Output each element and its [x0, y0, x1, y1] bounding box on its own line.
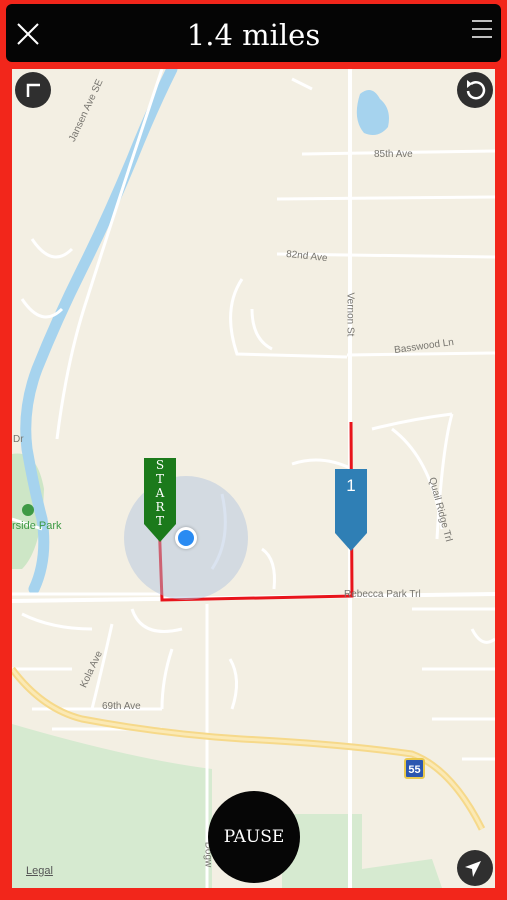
waypoint-number: 1 — [346, 476, 356, 495]
start-letter: R — [155, 500, 165, 514]
highway-shield: 55 — [404, 758, 425, 779]
street-label-dr: Dr — [13, 434, 24, 445]
street-label-85th: 85th Ave — [374, 149, 413, 160]
start-letter: T — [155, 472, 164, 486]
street-label-rebecca: Rebecca Park Trl — [344, 589, 421, 600]
hamburger-menu-icon[interactable] — [471, 18, 493, 40]
start-letter: S — [155, 458, 165, 472]
street-label-vernon: Vernon St — [344, 292, 356, 337]
start-marker[interactable]: S T A R T — [144, 458, 176, 544]
start-letter: T — [155, 514, 164, 528]
park-icon — [22, 504, 34, 516]
distance-readout: 1.4 miles — [186, 18, 321, 52]
waypoint-marker[interactable]: 1 — [335, 469, 367, 553]
top-bar: 1.4 miles — [6, 4, 501, 62]
street-label-69th: 69th Ave — [102, 701, 141, 712]
pause-button[interactable]: PAUSE — [208, 791, 300, 883]
map-view[interactable]: Jansen Ave SE 85th Ave 82nd Ave Vernon S… — [12, 69, 495, 888]
user-location-dot — [175, 527, 197, 549]
location-arrow-icon[interactable] — [457, 850, 493, 886]
corner-bracket-icon[interactable] — [15, 72, 51, 108]
undo-arrow-icon[interactable] — [457, 72, 493, 108]
park-label: rside Park — [12, 520, 62, 532]
legal-link[interactable]: Legal — [26, 865, 53, 877]
start-letter: A — [155, 486, 165, 500]
